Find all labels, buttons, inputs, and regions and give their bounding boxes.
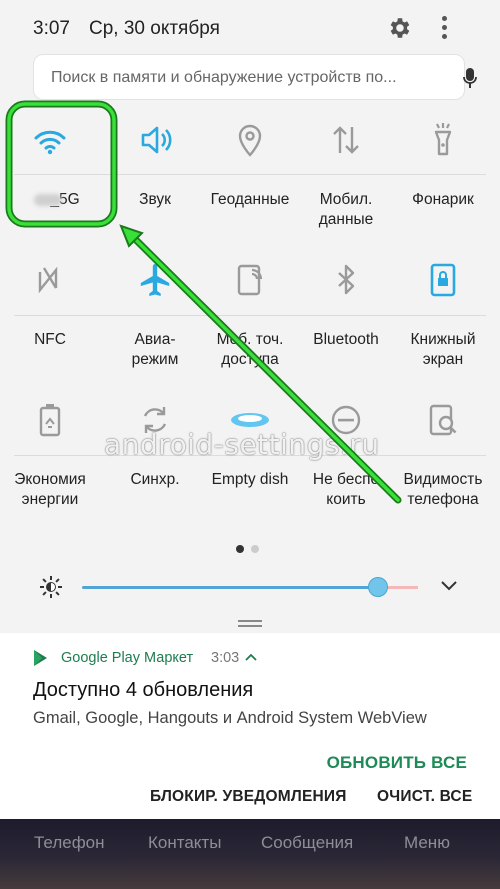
block-notifications-button[interactable]: БЛОКИР. УВЕДОМЛЕНИЯ: [150, 788, 347, 806]
quick-tile-label: Звук: [139, 191, 171, 208]
watermark-text: android-settings.ru: [104, 428, 380, 461]
battery-saver-icon: [30, 400, 70, 440]
dock-phone[interactable]: Телефон: [34, 833, 105, 853]
brightness-control: [0, 565, 500, 611]
brightness-slider-fill: [82, 586, 378, 589]
page-indicator: [236, 540, 266, 558]
quick-tile-label: Мобил. данные: [318, 191, 374, 228]
notification-app-name: Google Play Маркет: [61, 650, 194, 666]
chevron-up-icon[interactable]: [245, 652, 257, 662]
notification-footer: БЛОКИР. УВЕДОМЛЕНИЯ ОЧИСТ. ВСЕ: [0, 773, 500, 819]
hotspot-icon: [230, 260, 270, 300]
dock-menu[interactable]: Меню: [404, 833, 450, 853]
quick-tile-volume[interactable]: Звук: [107, 120, 203, 230]
dock-messages[interactable]: Сообщения: [261, 833, 353, 853]
search-bar[interactable]: Поиск в памяти и обнаружение устройств п…: [33, 54, 477, 100]
quick-tile-label: Экономия энергии: [14, 471, 86, 508]
quick-tile-label: Не беспо коить: [312, 471, 380, 508]
quick-tile-label: Геоданные: [210, 191, 290, 208]
quick-tile-wifi[interactable]: _5G: [2, 120, 98, 230]
dock-contacts[interactable]: Контакты: [148, 833, 221, 853]
row-divider: [14, 315, 486, 316]
quick-tile-label: Bluetooth: [313, 331, 379, 348]
quick-tile-label: Авиа- режим: [131, 331, 179, 368]
visibility-icon: [423, 400, 463, 440]
status-bar: 3:07 Ср, 30 октября: [0, 0, 500, 56]
update-all-button[interactable]: ОБНОВИТЬ ВСЕ: [327, 753, 467, 773]
portrait-lock-icon: [423, 260, 463, 300]
blurred-network-name: [34, 194, 62, 206]
page-dot[interactable]: [251, 545, 259, 553]
mobile-data-icon: [326, 120, 366, 160]
volume-icon: [135, 120, 175, 160]
quick-tile-mobile-data[interactable]: Мобил. данные: [298, 120, 394, 230]
clock: 3:07: [33, 18, 70, 39]
notification-time: 3:03: [211, 650, 240, 666]
chevron-down-icon[interactable]: [440, 579, 458, 593]
row-divider: [14, 174, 486, 175]
quick-tile-label: NFC: [34, 331, 66, 348]
quick-tile-label: Empty dish: [211, 471, 289, 488]
bluetooth-icon: [326, 260, 366, 300]
airplane-icon: [135, 260, 175, 300]
quick-tile-flashlight[interactable]: Фонарик: [395, 120, 491, 230]
quick-tile-label: Моб. точ. доступа: [216, 331, 284, 368]
drag-handle[interactable]: [238, 620, 262, 628]
brightness-icon: [40, 576, 62, 598]
search-placeholder: Поиск в памяти и обнаружение устройств п…: [51, 69, 397, 86]
notification-text: Gmail, Google, Hangouts и Android System…: [33, 709, 427, 727]
more-options-icon[interactable]: [437, 15, 451, 43]
settings-gear-icon[interactable]: [386, 15, 412, 41]
location-icon: [230, 120, 270, 160]
clear-all-button[interactable]: ОЧИСТ. ВСЕ: [377, 788, 472, 806]
quick-tile-label: Книжный экран: [410, 331, 476, 368]
page-dot-active[interactable]: [236, 545, 244, 553]
date: Ср, 30 октября: [89, 18, 220, 39]
nfc-icon: [30, 260, 70, 300]
google-play-icon: [34, 650, 47, 666]
quick-tile-label: Видимость телефона: [403, 471, 483, 508]
microphone-icon[interactable]: [463, 68, 477, 90]
quick-tile-label: Синхр.: [130, 471, 180, 488]
quick-tile-location[interactable]: Геоданные: [202, 120, 298, 230]
quick-tile-label: Фонарик: [412, 191, 474, 208]
flashlight-icon: [423, 120, 463, 160]
brightness-slider-thumb[interactable]: [368, 577, 388, 597]
home-dock: Телефон Контакты Сообщения Меню: [0, 819, 500, 889]
wifi-icon: [30, 120, 70, 160]
notification-title: Доступно 4 обновления: [33, 679, 254, 701]
